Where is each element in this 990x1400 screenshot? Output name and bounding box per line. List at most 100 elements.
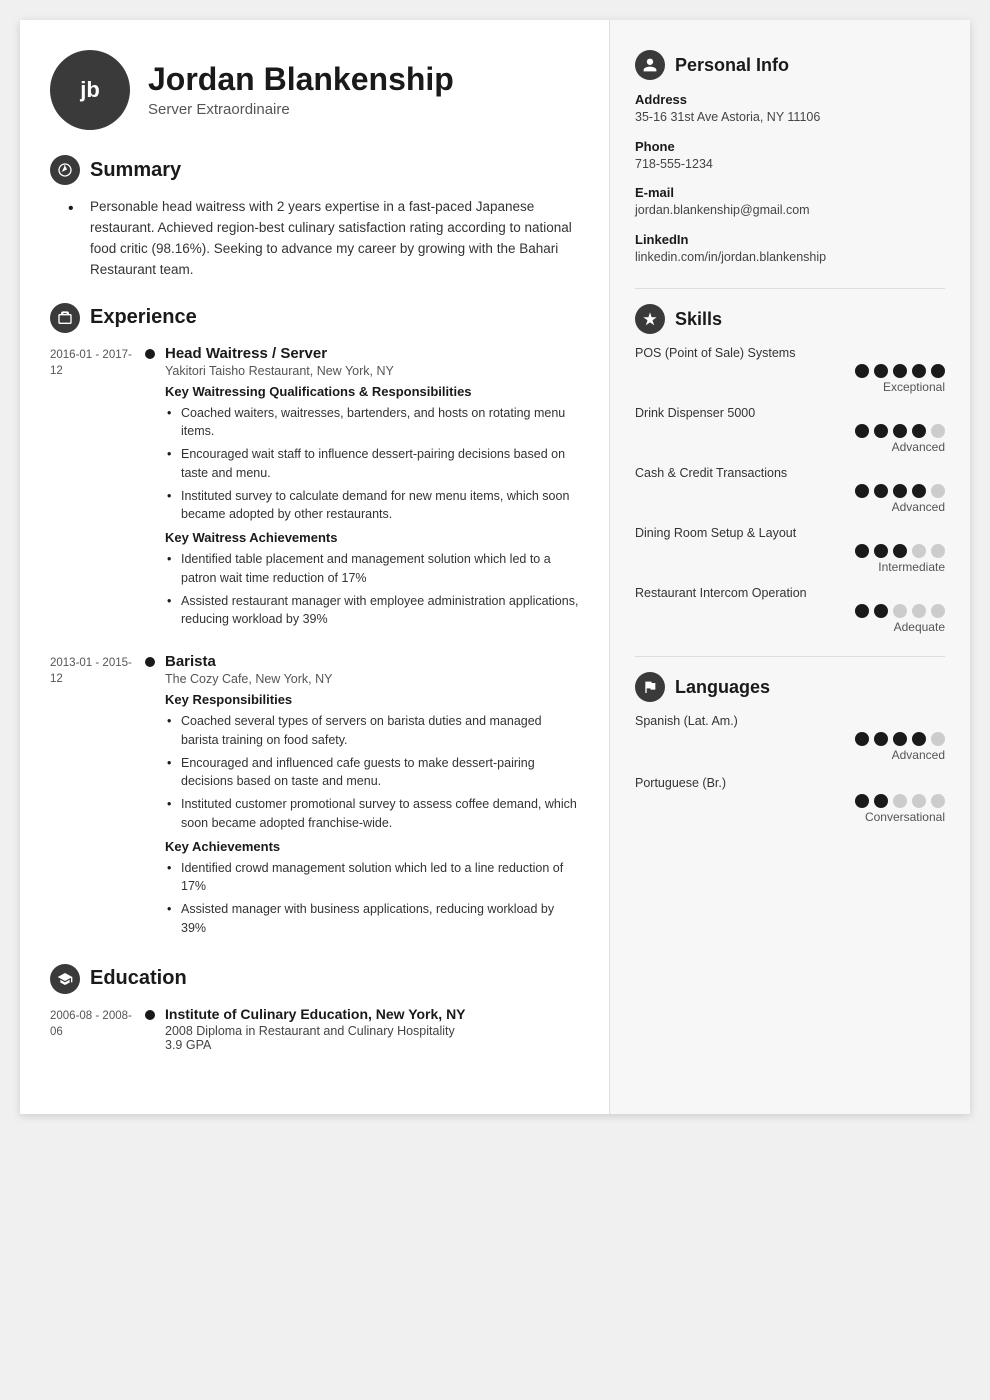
- experience-icon: [50, 303, 80, 333]
- summary-icon: [50, 155, 80, 185]
- personal-info-item: LinkedInlinkedin.com/in/jordan.blankensh…: [635, 232, 945, 267]
- edu-dot-line: [145, 1006, 155, 1052]
- avatar: jb: [50, 50, 130, 130]
- skill-dot: [893, 364, 907, 378]
- skill-dots: [635, 544, 945, 558]
- skill-level: Advanced: [635, 440, 945, 454]
- skill-name: Drink Dispenser 5000: [635, 406, 945, 420]
- left-column: jb Jordan Blankenship Server Extraordina…: [20, 20, 609, 1114]
- lang-dot: [855, 794, 869, 808]
- personal-info-heading: Personal Info: [675, 55, 789, 76]
- lang-name: Spanish (Lat. Am.): [635, 714, 945, 728]
- personal-info-item: Address35-16 31st Ave Astoria, NY 11106: [635, 92, 945, 127]
- experience-section: Experience 2016-01 - 2017-12 Head Waitres…: [50, 303, 579, 942]
- experience-entries: 2016-01 - 2017-12 Head Waitress / ServerY…: [50, 345, 579, 942]
- summary-text: Personable head waitress with 2 years ex…: [50, 197, 579, 281]
- exp-subheading: Key Waitressing Qualifications & Respons…: [165, 384, 579, 399]
- exp-company: Yakitori Taisho Restaurant, New York, NY: [165, 364, 579, 378]
- skill-level: Advanced: [635, 500, 945, 514]
- skills-section: Skills POS (Point of Sale) SystemsExcept…: [635, 304, 945, 634]
- experience-entry: 2013-01 - 2015-12BaristaThe Cozy Cafe, N…: [50, 653, 579, 942]
- education-entries: 2006-08 - 2008-06 Institute of Culinary E…: [50, 1006, 579, 1052]
- skill-dot: [912, 424, 926, 438]
- exp-bullet: Instituted customer promotional survey t…: [165, 795, 579, 833]
- skill-dot: [855, 364, 869, 378]
- skill-item: POS (Point of Sale) SystemsExceptional: [635, 346, 945, 394]
- skill-dot: [912, 484, 926, 498]
- skill-dots: [635, 364, 945, 378]
- lang-dot: [874, 732, 888, 746]
- exp-bullets: Identified table placement and managemen…: [165, 550, 579, 629]
- skills-heading: Skills: [675, 309, 722, 330]
- skill-dot: [874, 544, 888, 558]
- exp-dot-line: [145, 653, 155, 942]
- exp-job-title: Barista: [165, 653, 579, 670]
- experience-entry: 2016-01 - 2017-12 Head Waitress / ServerY…: [50, 345, 579, 634]
- exp-bullet: Coached waiters, waitresses, bartenders,…: [165, 404, 579, 442]
- personal-info-section: Personal Info Address35-16 31st Ave Asto…: [635, 50, 945, 266]
- lang-dots: [635, 794, 945, 808]
- lang-name: Portuguese (Br.): [635, 776, 945, 790]
- lang-dots: [635, 732, 945, 746]
- avatar-initials: jb: [80, 77, 100, 103]
- candidate-name: Jordan Blankenship: [148, 62, 454, 97]
- exp-date: 2016-01 - 2017-12: [50, 345, 135, 634]
- lang-dot: [874, 794, 888, 808]
- skill-dots: [635, 424, 945, 438]
- person-icon: [642, 57, 658, 73]
- compass-icon: [57, 162, 73, 178]
- exp-subheading: Key Responsibilities: [165, 692, 579, 707]
- lang-dot: [931, 732, 945, 746]
- info-value: 35-16 31st Ave Astoria, NY 11106: [635, 109, 945, 127]
- skill-dot: [893, 484, 907, 498]
- info-label: Phone: [635, 139, 945, 154]
- exp-bullet: Instituted survey to calculate demand fo…: [165, 487, 579, 525]
- right-column: Personal Info Address35-16 31st Ave Asto…: [609, 20, 970, 1114]
- lang-dot: [855, 732, 869, 746]
- skill-dot: [874, 424, 888, 438]
- education-section-title: Education: [50, 964, 579, 994]
- personal-info-icon: [635, 50, 665, 80]
- skill-item: Cash & Credit TransactionsAdvanced: [635, 466, 945, 514]
- education-title: Education: [90, 967, 187, 990]
- exp-bullet: Assisted manager with business applicati…: [165, 900, 579, 938]
- exp-content: Head Waitress / ServerYakitori Taisho Re…: [165, 345, 579, 634]
- exp-company: The Cozy Cafe, New York, NY: [165, 672, 579, 686]
- exp-bullet: Encouraged wait staff to influence desse…: [165, 445, 579, 483]
- experience-title: Experience: [90, 306, 197, 329]
- personal-info-title: Personal Info: [635, 50, 945, 80]
- summary-section-title: Summary: [50, 155, 579, 185]
- graduation-icon: [57, 971, 73, 987]
- exp-bullets: Coached several types of servers on bari…: [165, 712, 579, 833]
- edu-date: 2006-08 - 2008-06: [50, 1006, 135, 1052]
- education-section: Education 2006-08 - 2008-06 Institute of …: [50, 964, 579, 1052]
- summary-section: Summary Personable head waitress with 2 …: [50, 155, 579, 281]
- skill-dots: [635, 604, 945, 618]
- skills-section-title: Skills: [635, 304, 945, 334]
- exp-bullet: Assisted restaurant manager with employe…: [165, 592, 579, 630]
- exp-bullet: Identified table placement and managemen…: [165, 550, 579, 588]
- resume-header: jb Jordan Blankenship Server Extraordina…: [50, 50, 579, 130]
- summary-title: Summary: [90, 159, 181, 182]
- languages-icon: [635, 672, 665, 702]
- personal-info-item: E-mailjordan.blankenship@gmail.com: [635, 185, 945, 220]
- exp-bullets: Identified crowd management solution whi…: [165, 859, 579, 938]
- languages-section-title: Languages: [635, 672, 945, 702]
- languages-heading: Languages: [675, 677, 770, 698]
- skill-name: Restaurant Intercom Operation: [635, 586, 945, 600]
- skill-name: Dining Room Setup & Layout: [635, 526, 945, 540]
- skill-dot: [931, 544, 945, 558]
- flag-icon: [642, 679, 658, 695]
- skill-dot: [912, 544, 926, 558]
- skill-dot: [931, 364, 945, 378]
- exp-bullet: Coached several types of servers on bari…: [165, 712, 579, 750]
- exp-content: Barista The Cozy Cafe, New York, NY Key Re…: [165, 653, 579, 942]
- skills-icon: [635, 304, 665, 334]
- personal-info-items: Address35-16 31st Ave Astoria, NY 11106 P…: [635, 92, 945, 266]
- lang-dot: [931, 794, 945, 808]
- exp-subheading: Key Waitress Achievements: [165, 530, 579, 545]
- divider-2: [635, 656, 945, 657]
- skill-dot: [893, 424, 907, 438]
- edu-school: Institute of Culinary Education, New Yor…: [165, 1006, 579, 1022]
- exp-dot-line: [145, 345, 155, 634]
